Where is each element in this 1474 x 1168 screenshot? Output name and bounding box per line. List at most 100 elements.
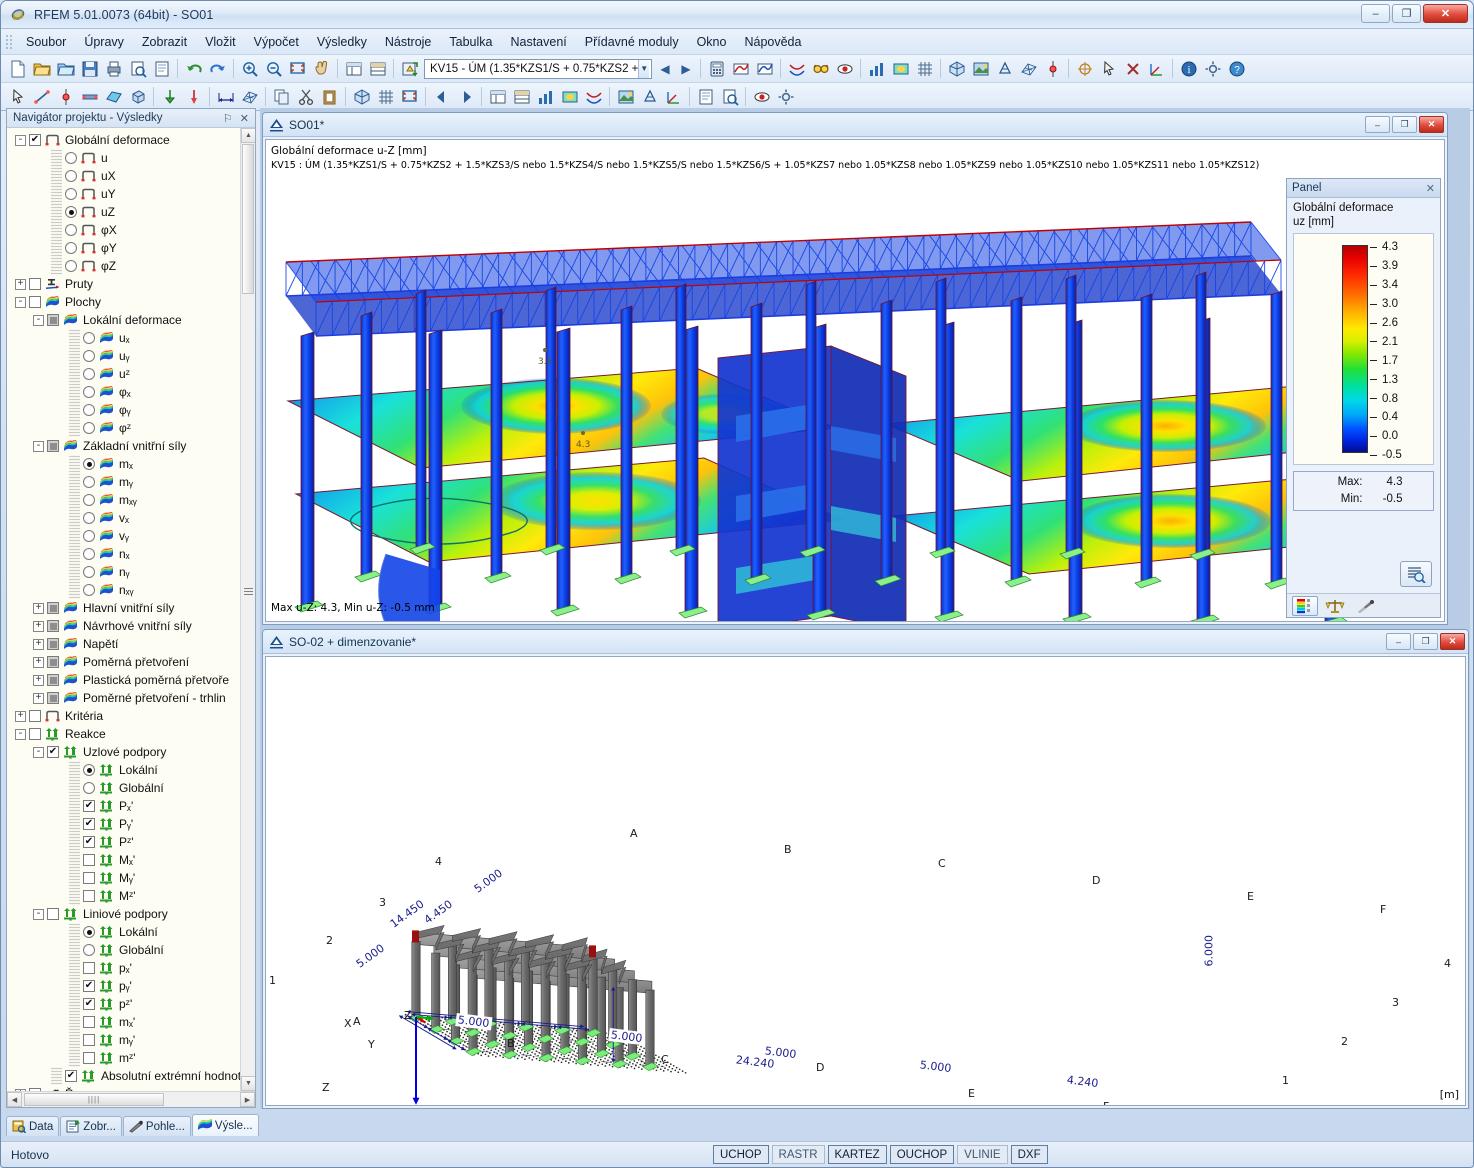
tree-checkbox[interactable] xyxy=(83,962,95,974)
load-case-select-button[interactable] xyxy=(398,57,421,80)
tree-radio[interactable] xyxy=(83,350,95,362)
menu-vysledky[interactable]: Výsledky xyxy=(308,32,376,52)
tree-expander[interactable]: - xyxy=(33,440,44,452)
tree-expander[interactable]: - xyxy=(33,314,44,326)
tree-nodal-lokalni[interactable]: Lokální xyxy=(7,761,255,779)
tree-lokalni-deformace[interactable]: - Lokální deformace xyxy=(7,311,255,329)
tree-napeti[interactable]: + Napětí xyxy=(7,635,255,653)
draw-line-button[interactable] xyxy=(30,85,53,108)
place-surface-button[interactable] xyxy=(102,85,125,108)
tree-pruty[interactable]: + Pruty xyxy=(7,275,255,293)
rotate-left-button[interactable] xyxy=(430,85,453,108)
navtab-vysledky[interactable]: Výsle... xyxy=(191,1114,259,1136)
wireframe-button[interactable] xyxy=(993,57,1016,80)
navigator-hscrollbar[interactable]: ◀ |||| ▶ xyxy=(7,1091,255,1107)
navtab-data[interactable]: Data xyxy=(6,1116,60,1136)
tree-radio[interactable] xyxy=(83,566,95,578)
tree-uy[interactable]: uY xyxy=(7,185,255,203)
tree-mx-reac[interactable]: Mₓ' xyxy=(7,851,255,869)
tree-expander[interactable]: - xyxy=(33,746,44,758)
tree-checkbox[interactable]: ✔ xyxy=(83,818,95,830)
menu-tabulka[interactable]: Tabulka xyxy=(440,32,501,52)
tree-checkbox[interactable] xyxy=(47,638,59,650)
display-settings-button[interactable] xyxy=(774,85,797,108)
tree-u[interactable]: u xyxy=(7,149,255,167)
so01-maximize-button[interactable]: ❐ xyxy=(1392,116,1417,133)
window-so02[interactable]: SO-02 + dimenzovanie* – ❐ ✕ 5.000 14.450… xyxy=(262,629,1469,1109)
next-load-case-button[interactable]: ▶ xyxy=(676,59,696,79)
tree-line-my[interactable]: mᵧ' xyxy=(7,1031,255,1049)
so02-viewport[interactable]: 5.000 14.450 4.450 5.000 5.000 5.000 24.240 5.0… xyxy=(265,656,1466,1106)
tree-expander[interactable]: + xyxy=(33,674,44,686)
info-button[interactable]: i xyxy=(1177,57,1200,80)
panel-close-icon[interactable]: ✕ xyxy=(1426,182,1435,195)
tree-nx[interactable]: nₓ xyxy=(7,545,255,563)
tree-px[interactable]: ✔ Pₓ' xyxy=(7,797,255,815)
tree-uzlove-podpory[interactable]: - ✔ Uzlové podpory xyxy=(7,743,255,761)
axes-button[interactable] xyxy=(1145,57,1168,80)
render-mode-button[interactable] xyxy=(833,57,856,80)
dimension-button[interactable] xyxy=(214,85,237,108)
rotate-right-button[interactable] xyxy=(454,85,477,108)
menu-vlozit[interactable]: Vložit xyxy=(196,32,245,52)
view-iso-button[interactable] xyxy=(350,85,373,108)
iso-view-button[interactable] xyxy=(945,57,968,80)
tree-py[interactable]: ✔ Pᵧ' xyxy=(7,815,255,833)
settings-button[interactable] xyxy=(1201,57,1224,80)
tree-checkbox[interactable] xyxy=(47,674,59,686)
tree-mx[interactable]: mₓ xyxy=(7,455,255,473)
so02-maximize-button[interactable]: ❐ xyxy=(1413,633,1438,650)
pin-icon[interactable]: ⚐ xyxy=(223,112,233,125)
menu-upravy[interactable]: Úpravy xyxy=(75,32,133,52)
close-icon[interactable]: ✕ xyxy=(240,112,249,125)
tree-radio[interactable] xyxy=(83,494,95,506)
tree-pomerne-pretvoreni-trhliny[interactable]: + Poměrné přetvoření - trhlin xyxy=(7,689,255,707)
copy-object-button[interactable] xyxy=(270,85,293,108)
tree-radio[interactable] xyxy=(83,422,95,434)
tree-expander[interactable]: + xyxy=(15,278,26,290)
wire-mode2-button[interactable] xyxy=(638,85,661,108)
pick-tool-button[interactable] xyxy=(1097,57,1120,80)
so01-close-button[interactable]: ✕ xyxy=(1419,116,1444,133)
scale-balance-icon[interactable] xyxy=(1322,596,1348,616)
tree-radio[interactable] xyxy=(65,242,77,254)
tree-radio[interactable] xyxy=(83,404,95,416)
tree-expander[interactable]: - xyxy=(15,728,26,740)
snap-button[interactable] xyxy=(1073,57,1096,80)
tree-checkbox[interactable] xyxy=(47,440,59,452)
tree-radio[interactable] xyxy=(83,548,95,560)
tree-radio[interactable] xyxy=(83,944,95,956)
tree-ux[interactable]: uX xyxy=(7,167,255,185)
tree-expander[interactable]: + xyxy=(33,638,44,650)
delete-results-button[interactable] xyxy=(1121,57,1144,80)
node-button[interactable] xyxy=(1041,57,1064,80)
report-button[interactable] xyxy=(694,85,717,108)
color-scale-icon[interactable] xyxy=(1292,595,1318,616)
tree-radio[interactable] xyxy=(65,260,77,272)
tree-vx[interactable]: vₓ xyxy=(7,509,255,527)
report-preview-button[interactable] xyxy=(718,85,741,108)
tree-line-lokalni[interactable]: Lokální xyxy=(7,923,255,941)
tree-local-phiz[interactable]: φᶻ xyxy=(7,419,255,437)
tree-my[interactable]: mᵧ xyxy=(7,473,255,491)
tree-plochy[interactable]: - Plochy xyxy=(7,293,255,311)
status-ouchop[interactable]: OUCHOP xyxy=(889,1145,955,1164)
mesh-tool-button[interactable] xyxy=(238,85,261,108)
tree-checkbox[interactable]: ✔ xyxy=(83,800,95,812)
tree-phix[interactable]: φX xyxy=(7,221,255,239)
tree-local-phiy[interactable]: φᵧ xyxy=(7,401,255,419)
tree-checkbox[interactable] xyxy=(29,728,41,740)
tree-radio[interactable] xyxy=(83,458,95,470)
tree-radio[interactable] xyxy=(83,926,95,938)
tree-checkbox[interactable] xyxy=(47,314,59,326)
tree-radio[interactable] xyxy=(83,368,95,380)
tree-line-px[interactable]: pₓ' xyxy=(7,959,255,977)
pan-button[interactable] xyxy=(310,57,333,80)
result-diagram-button[interactable] xyxy=(534,85,557,108)
tree-radio[interactable] xyxy=(65,188,77,200)
new-file-button[interactable] xyxy=(6,57,29,80)
tree-checkbox[interactable] xyxy=(83,854,95,866)
tree-pz[interactable]: ✔ Pᶻ' xyxy=(7,833,255,851)
status-uchop[interactable]: UCHOP xyxy=(713,1145,769,1164)
tree-phiy[interactable]: φY xyxy=(7,239,255,257)
